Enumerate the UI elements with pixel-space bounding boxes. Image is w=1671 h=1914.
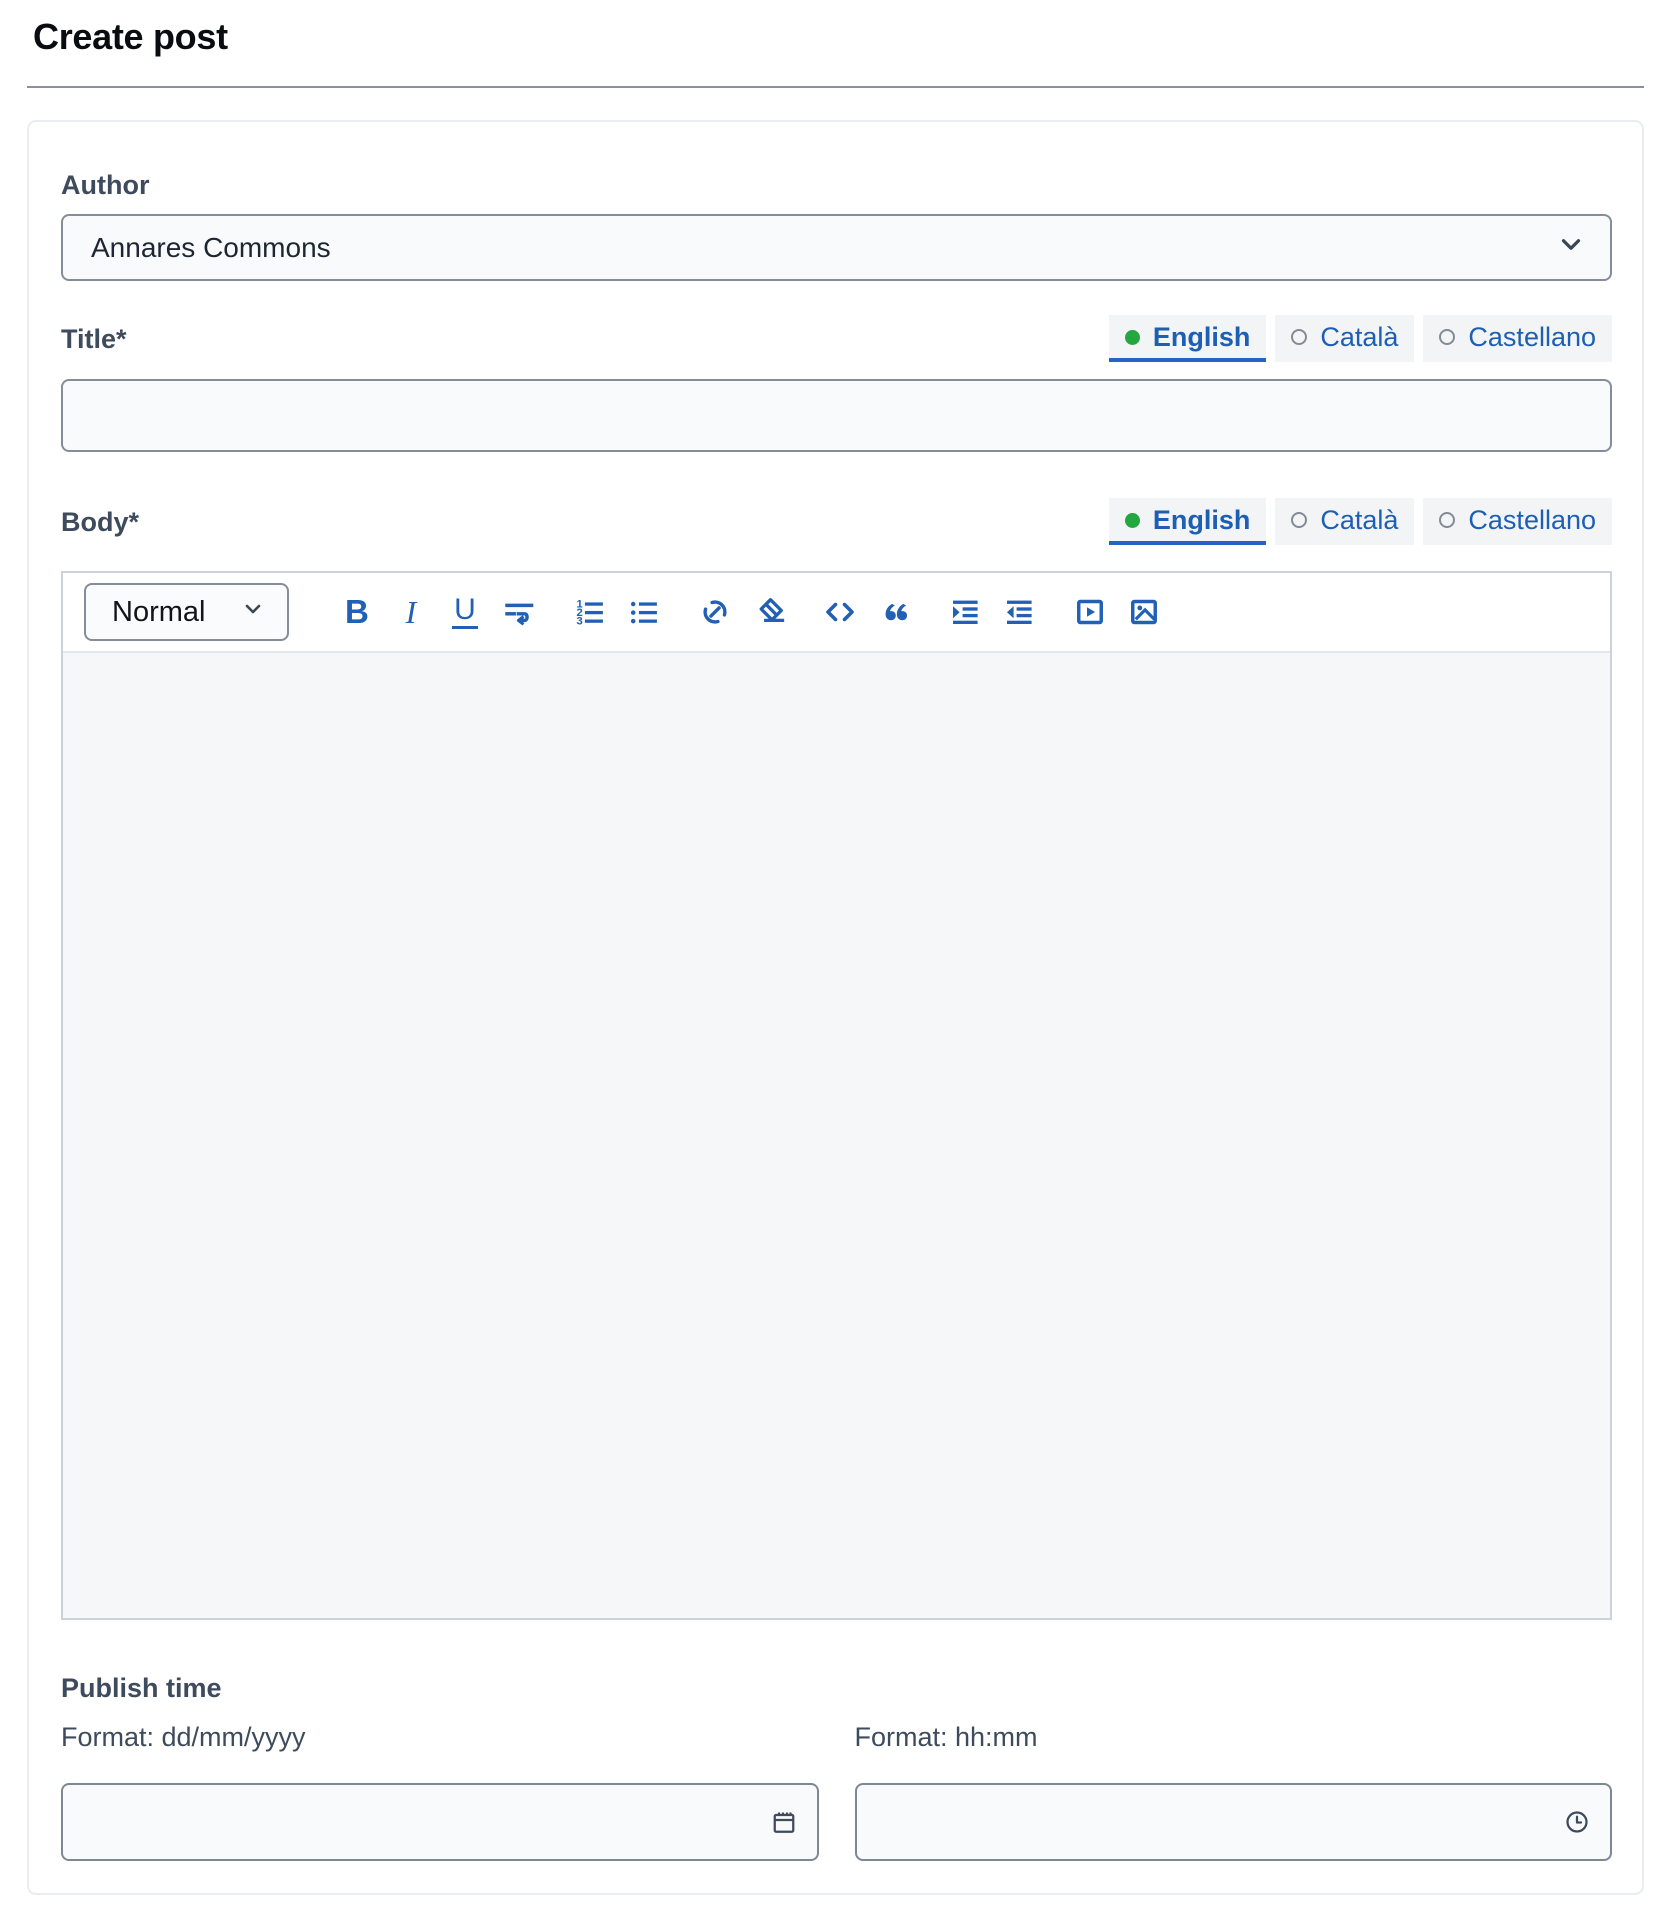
selected-language-dot-icon (1125, 513, 1140, 528)
language-tab-english[interactable]: English (1109, 498, 1267, 545)
body-label-row: Body* English Català Castellano (61, 498, 1612, 545)
toolbar-group-link (692, 590, 791, 635)
italic-button[interactable]: I (388, 590, 433, 635)
bold-button[interactable]: B (334, 590, 379, 635)
calendar-icon[interactable] (769, 1807, 799, 1837)
publish-date-field: Format: dd/mm/yyyy (61, 1721, 819, 1861)
radio-circle-icon (1439, 329, 1455, 345)
chevron-down-icon (241, 596, 265, 629)
language-tab-castellano[interactable]: Castellano (1423, 498, 1612, 545)
indent-decrease-icon (1001, 594, 1037, 630)
ordered-list-button[interactable]: 1 2 3 (567, 590, 612, 635)
author-select[interactable]: Annares Commons (61, 214, 1612, 281)
language-tab-catala[interactable]: Català (1275, 315, 1414, 362)
header-divider (27, 86, 1644, 88)
text-wrap-button[interactable] (496, 590, 541, 635)
indent-increase-button[interactable] (942, 590, 987, 635)
blockquote-button[interactable] (871, 590, 916, 635)
radio-circle-icon (1291, 329, 1307, 345)
language-tab-label: English (1153, 505, 1251, 535)
eraser-icon (751, 594, 787, 630)
language-tab-english[interactable]: English (1109, 315, 1267, 362)
language-tab-label: Català (1320, 322, 1398, 352)
publish-hour-field: Format: hh:mm (855, 1721, 1613, 1861)
radio-circle-icon (1439, 512, 1455, 528)
code-icon (822, 594, 858, 630)
radio-circle-icon (1291, 512, 1307, 528)
editor-toolbar: Normal B I U (63, 573, 1610, 653)
bold-icon: B (345, 593, 369, 631)
publish-date-input[interactable] (61, 1783, 819, 1861)
image-icon (1126, 594, 1162, 630)
title-language-tabs: English Català Castellano (1109, 315, 1612, 362)
unordered-list-button[interactable] (621, 590, 666, 635)
underline-button[interactable]: U (442, 590, 487, 635)
language-tab-label: Castellano (1468, 322, 1596, 352)
rich-text-editor-body[interactable] (63, 653, 1610, 1618)
image-button[interactable] (1121, 590, 1166, 635)
toolbar-group-text-style: B I U (334, 590, 541, 635)
author-select-value: Annares Commons (91, 232, 331, 264)
link-button[interactable] (692, 590, 737, 635)
chevron-down-icon (1556, 229, 1586, 266)
clear-format-button[interactable] (746, 590, 791, 635)
body-language-tabs: English Català Castellano (1109, 498, 1612, 545)
video-button[interactable] (1067, 590, 1112, 635)
link-icon (697, 594, 733, 630)
toolbar-group-indent (942, 590, 1041, 635)
italic-icon: I (406, 594, 417, 631)
underline-icon: U (452, 595, 478, 629)
date-format-label: Format: dd/mm/yyyy (61, 1721, 819, 1753)
title-input[interactable] (61, 379, 1612, 452)
language-tab-castellano[interactable]: Castellano (1423, 315, 1612, 362)
title-label: Title* (61, 323, 127, 355)
svg-text:3: 3 (576, 616, 582, 628)
indent-increase-icon (947, 594, 983, 630)
title-label-row: Title* English Català Castellano (61, 315, 1612, 362)
page-title: Create post (33, 16, 1644, 58)
publish-time-label: Publish time (61, 1672, 1612, 1704)
publish-time-input[interactable] (855, 1783, 1613, 1861)
clock-icon[interactable] (1562, 1807, 1592, 1837)
video-icon (1072, 594, 1108, 630)
paragraph-style-value: Normal (112, 596, 205, 629)
language-tab-label: Català (1320, 505, 1398, 535)
quote-icon (876, 594, 912, 630)
create-post-page: Create post Author Annares Commons Title… (0, 0, 1671, 1895)
create-post-form: Author Annares Commons Title* English Ca… (27, 120, 1644, 1895)
indent-decrease-button[interactable] (996, 590, 1041, 635)
publish-time-row: Format: dd/mm/yyyy Format: hh:mm (61, 1721, 1612, 1861)
time-format-label: Format: hh:mm (855, 1721, 1613, 1753)
selected-language-dot-icon (1125, 330, 1140, 345)
toolbar-group-media (1067, 590, 1166, 635)
author-label: Author (61, 169, 1612, 201)
toolbar-group-lists: 1 2 3 (567, 590, 666, 635)
language-tab-label: Castellano (1468, 505, 1596, 535)
language-tab-catala[interactable]: Català (1275, 498, 1414, 545)
paragraph-style-dropdown[interactable]: Normal (84, 583, 289, 641)
unordered-list-icon (626, 594, 662, 630)
author-field: Author Annares Commons (61, 169, 1612, 281)
toolbar-group-blocks (817, 590, 916, 635)
ordered-list-icon: 1 2 3 (572, 594, 608, 630)
code-view-button[interactable] (817, 590, 862, 635)
language-tab-label: English (1153, 322, 1251, 352)
text-wrap-icon (501, 594, 537, 630)
rich-text-editor: Normal B I U (61, 571, 1612, 1620)
body-label: Body* (61, 506, 139, 538)
